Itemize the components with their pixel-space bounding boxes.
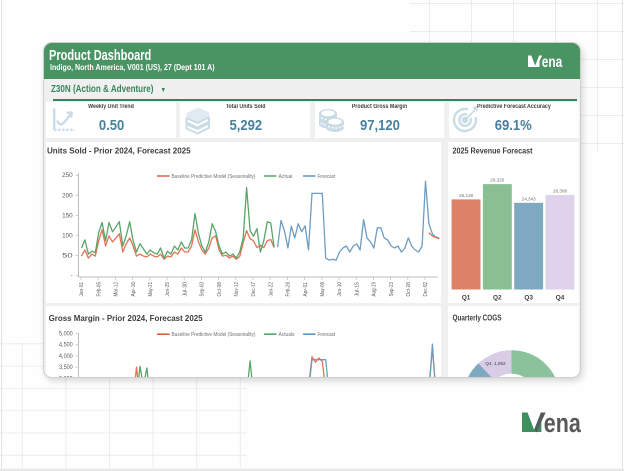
svg-text:May-06: May-06 xyxy=(320,282,326,297)
svg-text:Jul-15: Jul-15 xyxy=(354,282,360,297)
svg-text:Q1: Q1 xyxy=(461,295,470,302)
svg-text:Nov-12: Nov-12 xyxy=(234,282,240,297)
svg-text:Q2: Q2 xyxy=(493,295,502,302)
svg-text:2025 Revenue Forecast: 2025 Revenue Forecast xyxy=(452,147,532,156)
svg-text:Dec-02: Dec-02 xyxy=(423,282,429,297)
svg-text:Apr-16: Apr-16 xyxy=(131,282,137,297)
svg-text:Baseline Predictive Model (Sea: Baseline Predictive Model (Seasonality) xyxy=(172,174,256,180)
svg-text:25,128: 25,128 xyxy=(459,193,473,198)
svg-text:150: 150 xyxy=(62,213,73,219)
svg-text:Jul-30: Jul-30 xyxy=(182,282,188,297)
svg-text:Dec-17: Dec-17 xyxy=(251,282,257,297)
svg-text:4,500: 4,500 xyxy=(59,343,73,349)
svg-text:Forecast: Forecast xyxy=(318,332,336,338)
svg-text:Q3: Q3 xyxy=(524,295,533,302)
svg-text:3,500: 3,500 xyxy=(59,365,73,371)
svg-text:Oct-08: Oct-08 xyxy=(217,282,223,297)
svg-text:Jan-22: Jan-22 xyxy=(268,282,274,297)
svg-text:Sep-23: Sep-23 xyxy=(389,282,395,297)
svg-text:May-21: May-21 xyxy=(148,282,154,297)
svg-text:Gross Margin - Prior 2024, For: Gross Margin - Prior 2024, Forecast 2025 xyxy=(49,314,204,323)
svg-text:Sep-03: Sep-03 xyxy=(200,282,206,297)
svg-text:Jun-25: Jun-25 xyxy=(165,282,171,297)
svg-text:100: 100 xyxy=(62,234,73,240)
svg-text:-: - xyxy=(71,274,73,280)
svg-text:Jan-01: Jan-01 xyxy=(79,282,85,297)
svg-text:Q4: Q4 xyxy=(555,295,564,302)
svg-text:ena: ena xyxy=(543,412,581,434)
svg-text:50: 50 xyxy=(62,254,74,260)
svg-text:5,000: 5,000 xyxy=(59,332,73,338)
svg-text:Actual: Actual xyxy=(279,174,293,180)
svg-text:Units Sold - Prior 2024, Forec: Units Sold - Prior 2024, Forecast 2025 xyxy=(47,147,191,156)
svg-text:29,320: 29,320 xyxy=(490,178,504,183)
svg-text:ena: ena xyxy=(542,55,563,69)
svg-text:Baseline Predictive Model (Sea: Baseline Predictive Model (Seasonality) xyxy=(172,332,256,338)
svg-text:26,308: 26,308 xyxy=(552,189,566,194)
svg-text:24,343: 24,343 xyxy=(521,196,535,201)
svg-text:Mar-12: Mar-12 xyxy=(114,282,120,297)
svg-text:3,000: 3,000 xyxy=(59,377,73,378)
svg-text:Oct-28: Oct-28 xyxy=(406,282,412,297)
svg-text:Forecast: Forecast xyxy=(318,174,336,180)
svg-text:200: 200 xyxy=(62,193,73,199)
svg-text:Feb-05: Feb-05 xyxy=(96,282,102,297)
svg-text:Actuals: Actuals xyxy=(279,332,295,338)
svg-text:Feb-26: Feb-26 xyxy=(286,282,292,297)
svg-text:250: 250 xyxy=(62,173,73,179)
svg-text:Quarterly COGS: Quarterly COGS xyxy=(452,314,502,323)
svg-text:4,000: 4,000 xyxy=(59,354,73,360)
svg-text:Q4, 1,052: Q4, 1,052 xyxy=(485,361,506,366)
svg-text:Aug-19: Aug-19 xyxy=(372,282,378,297)
svg-text:Apr-01: Apr-01 xyxy=(303,282,309,297)
svg-text:Jun-10: Jun-10 xyxy=(337,282,343,297)
